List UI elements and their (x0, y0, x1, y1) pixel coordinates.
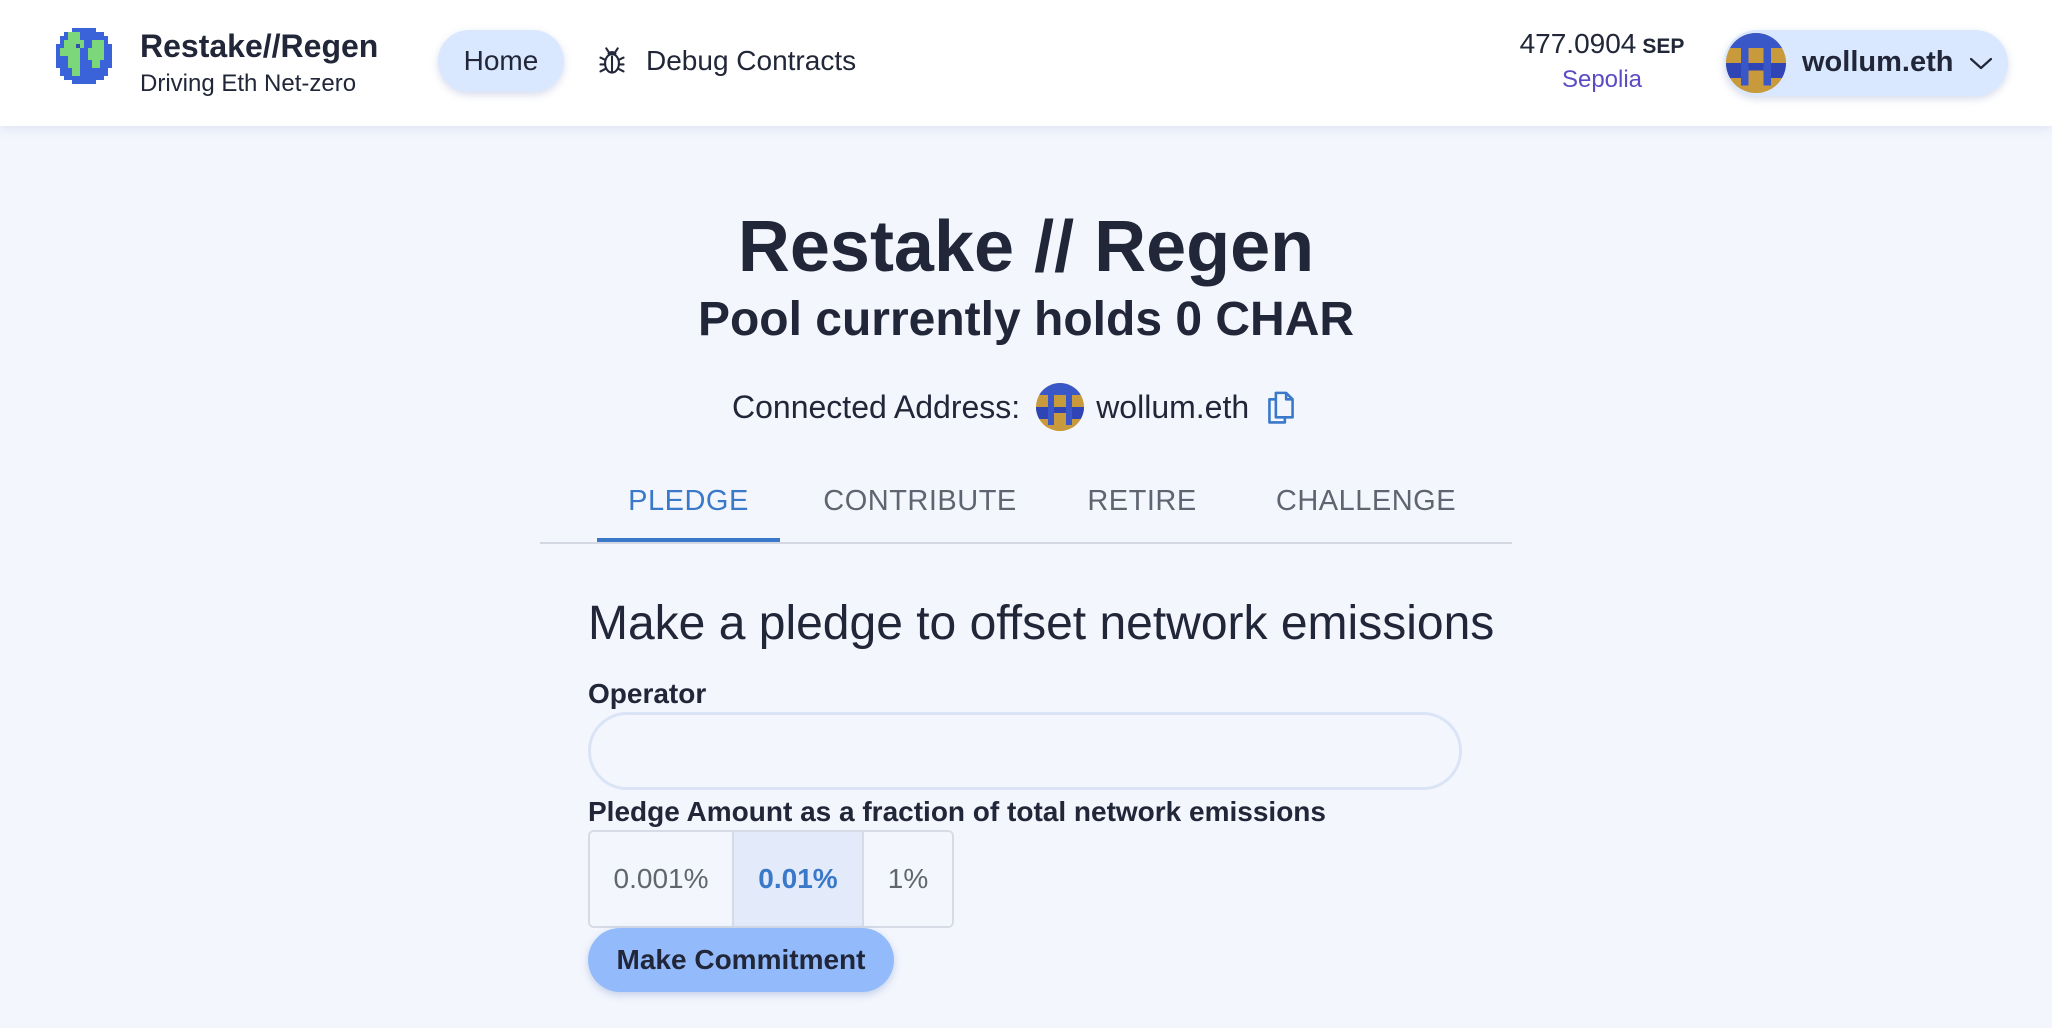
pledge-amount-label: Pledge Amount as a fraction of total net… (588, 796, 1326, 827)
connected-address-row: Connected Address: wollum.eth (732, 382, 1297, 432)
wallet-dropdown-button[interactable]: wollum.eth (1724, 30, 2008, 96)
active-tab-indicator (597, 538, 780, 542)
pledge-amount-selector: 0.001% 0.01% 1% (588, 830, 954, 928)
action-tabs: PLEDGE CONTRIBUTE RETIRE CHALLENGE (540, 460, 1512, 544)
balance-display: 477.0904 SEP Sepolia (1500, 28, 1704, 94)
network-name: Sepolia (1561, 66, 1643, 93)
copy-icon[interactable] (1265, 389, 1297, 425)
page-title: Restake // Regen (737, 207, 1315, 287)
brand-subtitle: Driving Eth Net-zero (140, 70, 357, 97)
operator-input[interactable] (588, 712, 1462, 790)
balance-amount: 477.0904 (1519, 28, 1637, 59)
chevron-down-icon (1969, 57, 1993, 70)
nav-home-link[interactable]: Home (438, 30, 564, 92)
top-navbar: Restake//Regen Driving Eth Net-zero Home… (0, 0, 2052, 126)
tab-retire[interactable]: RETIRE (1060, 460, 1224, 542)
pool-holdings: Pool currently holds 0 CHAR (697, 293, 1355, 346)
amount-option-0001[interactable]: 0.001% (590, 832, 734, 926)
tab-contribute[interactable]: CONTRIBUTE (804, 460, 1036, 542)
make-commitment-button[interactable]: Make Commitment (588, 928, 894, 992)
nav-debug-contracts-link[interactable]: Debug Contracts (598, 30, 856, 92)
balance-amount-row: 477.0904 SEP (1500, 28, 1704, 60)
wallet-name: wollum.eth (1802, 46, 1954, 78)
brand-title[interactable]: Restake//Regen (140, 28, 378, 65)
wallet-avatar-icon (1726, 33, 1786, 93)
operator-label: Operator (588, 678, 707, 709)
globe-logo-icon[interactable] (56, 28, 112, 84)
connected-address-label: Connected Address: (732, 388, 1021, 425)
tab-challenge[interactable]: CHALLENGE (1246, 460, 1486, 542)
nav-home-label: Home (463, 45, 539, 76)
amount-option-1[interactable]: 1% (864, 832, 952, 926)
tab-pledge[interactable]: PLEDGE (597, 460, 780, 542)
bug-icon (599, 47, 625, 74)
address-avatar-icon (1036, 383, 1085, 431)
nav-debug-label: Debug Contracts (646, 45, 857, 76)
pledge-section-title: Make a pledge to offset network emission… (588, 597, 1495, 650)
balance-unit: SEP (1642, 35, 1685, 58)
amount-option-001[interactable]: 0.01% (734, 832, 864, 926)
connected-address-value[interactable]: wollum.eth (1096, 389, 1249, 426)
